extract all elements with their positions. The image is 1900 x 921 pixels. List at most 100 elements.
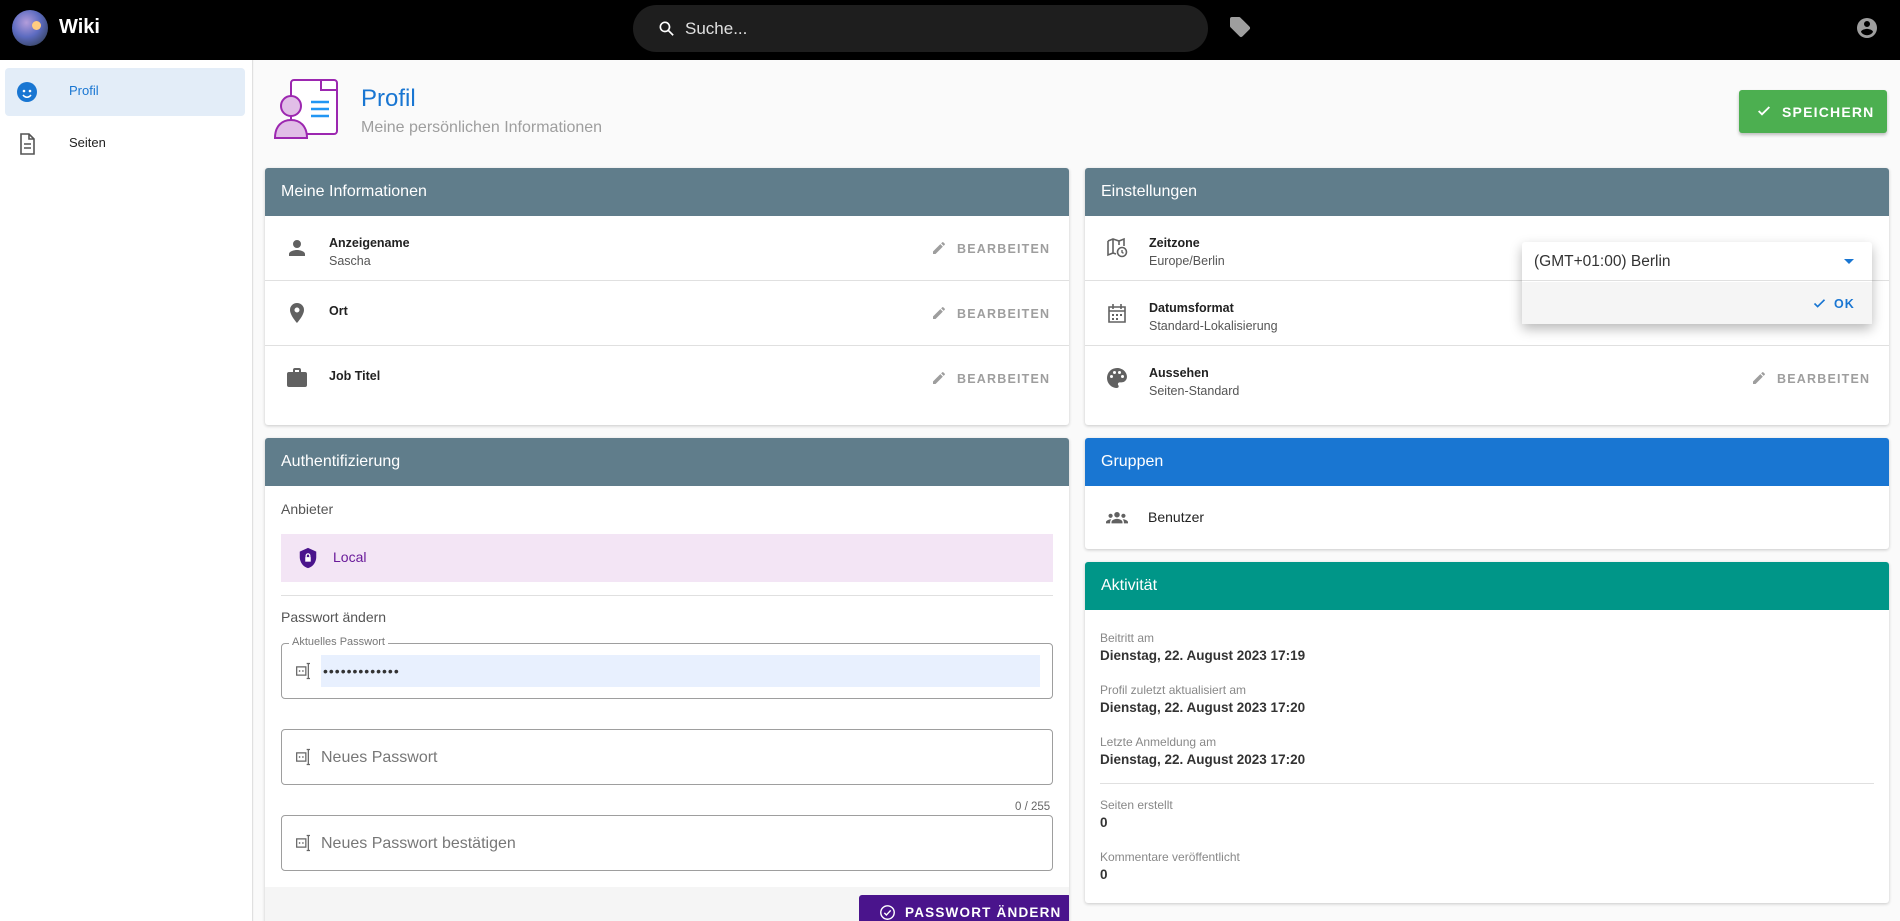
check-icon [1813, 299, 1826, 308]
main-content: Profil Meine persönlichen Informationen … [254, 60, 1900, 921]
document-icon [20, 133, 35, 155]
search-icon [659, 21, 674, 36]
face-icon [17, 82, 37, 102]
activity-value: Dienstag, 22. August 2023 17:20 [1100, 752, 1306, 767]
activity-card: Aktivität Beitritt am Dienstag, 22. Augu… [1085, 562, 1889, 903]
activity-value: 0 [1100, 815, 1108, 830]
provider-label: Anbieter [281, 501, 334, 517]
group-label: Benutzer [1148, 509, 1205, 525]
edit-display-name-button[interactable]: BEARBEITEN [931, 239, 1051, 259]
check-icon [1758, 106, 1770, 116]
row-value: Europe/Berlin [1149, 254, 1225, 268]
provider-badge: Local [281, 534, 1053, 582]
edit-job-title-button[interactable]: BEARBEITEN [931, 369, 1051, 389]
tags-icon [1230, 17, 1250, 37]
ok-button-label: OK [1834, 297, 1855, 311]
page-subtitle: Meine persönlichen Informationen [361, 119, 603, 136]
timezone-ok-button[interactable]: OK [1812, 295, 1862, 313]
confirm-password-input[interactable] [321, 827, 1041, 860]
location-pin-icon [290, 303, 304, 323]
shield-lock-icon [299, 547, 317, 569]
timezone-popup: (GMT+01:00) Berlin OK [1522, 242, 1872, 324]
person-icon [289, 240, 305, 256]
row-value: Seiten-Standard [1149, 384, 1240, 398]
edit-button-label: BEARBEITEN [957, 372, 1051, 386]
auth-card-title: Authentifizierung [265, 438, 1069, 486]
auth-card: Authentifizierung Anbieter Local Passwor… [265, 438, 1069, 921]
profile-card-icon [273, 79, 338, 139]
calendar-icon [1108, 304, 1126, 323]
account-circle-icon [1857, 18, 1877, 38]
edit-location-button[interactable]: BEARBEITEN [931, 304, 1051, 324]
row-label: Zeitzone [1149, 236, 1200, 250]
auth-card-footer: PASSWORT ÄNDERN [265, 887, 1069, 921]
timezone-select[interactable]: (GMT+01:00) Berlin [1522, 242, 1872, 281]
change-password-button[interactable]: PASSWORT ÄNDERN [859, 895, 1069, 921]
search-input[interactable] [685, 17, 1185, 41]
row-label: Job Titel [329, 369, 381, 383]
edit-button-label: BEARBEITEN [1777, 372, 1871, 386]
activity-value: Dienstag, 22. August 2023 17:20 [1100, 700, 1306, 715]
sidebar-item-label: Seiten [69, 135, 106, 150]
save-button-label: SPEICHERN [1782, 104, 1875, 120]
current-password-input[interactable] [321, 655, 1040, 687]
row-label: Datumsformat [1149, 301, 1234, 315]
dropdown-arrow-icon[interactable] [1844, 259, 1854, 264]
sidebar-item-label: Profil [69, 83, 99, 98]
top-bar: Wiki [0, 0, 1900, 60]
page-title: Profil [361, 85, 416, 112]
current-password-legend: Aktuelles Passwort [289, 636, 388, 648]
map-clock-icon [1107, 237, 1128, 258]
pencil-icon [933, 242, 945, 254]
activity-label: Kommentare veröffentlicht [1100, 850, 1240, 864]
people-icon [1106, 511, 1128, 524]
current-password-field[interactable]: Aktuelles Passwort [281, 636, 1053, 699]
info-card-title: Meine Informationen [265, 168, 1069, 216]
save-button[interactable]: SPEICHERN [1739, 90, 1887, 133]
wiki-logo-icon[interactable] [12, 10, 48, 46]
row-value: Standard-Lokalisierung [1149, 319, 1278, 333]
row-label: Anzeigename [329, 236, 410, 250]
briefcase-icon [287, 368, 307, 387]
divider [281, 595, 1053, 596]
row-label: Aussehen [1149, 366, 1209, 380]
settings-row-appearance: Aussehen Seiten-Standard BEARBEITEN [1085, 346, 1889, 411]
edit-button-label: BEARBEITEN [957, 307, 1051, 321]
groups-card: Gruppen Benutzer [1085, 438, 1889, 549]
divider [1100, 783, 1874, 784]
pencil-icon [933, 307, 945, 319]
group-item: Benutzer [1085, 486, 1889, 548]
sidebar-item-profil[interactable]: Profil [5, 68, 245, 116]
form-textbox-password-icon [296, 748, 310, 766]
form-textbox-password-icon [296, 662, 310, 680]
tags-button[interactable] [1228, 15, 1252, 41]
activity-label: Seiten erstellt [1100, 798, 1173, 812]
new-password-field[interactable] [281, 729, 1053, 785]
activity-card-title: Aktivität [1085, 562, 1889, 610]
change-password-button-label: PASSWORT ÄNDERN [905, 905, 1062, 920]
confirm-password-field[interactable] [281, 815, 1053, 871]
timezone-selected-value: (GMT+01:00) Berlin [1534, 253, 1671, 270]
app-title[interactable]: Wiki [59, 16, 100, 39]
timezone-popup-footer: OK [1522, 282, 1872, 324]
sidebar: Profil Seiten [0, 60, 253, 921]
row-value: Sascha [329, 254, 371, 268]
account-button[interactable] [1855, 16, 1879, 40]
search-box[interactable] [633, 5, 1208, 52]
provider-value: Local [333, 549, 367, 565]
settings-card-title: Einstellungen [1085, 168, 1889, 216]
sidebar-item-seiten[interactable]: Seiten [5, 120, 245, 168]
char-counter: 0 / 255 [1015, 801, 1051, 813]
info-row-location: Ort BEARBEITEN [265, 281, 1069, 346]
new-password-input[interactable] [321, 741, 1041, 774]
pencil-icon [1753, 372, 1765, 384]
activity-value: 0 [1100, 867, 1108, 882]
palette-icon [1107, 368, 1127, 388]
pencil-icon [933, 372, 945, 384]
change-password-label: Passwort ändern [281, 609, 387, 625]
activity-label: Beitritt am [1100, 631, 1155, 645]
edit-button-label: BEARBEITEN [957, 242, 1051, 256]
edit-appearance-button[interactable]: BEARBEITEN [1751, 369, 1871, 389]
activity-label: Profil zuletzt aktualisiert am [1100, 683, 1247, 697]
form-textbox-password-icon [296, 834, 310, 852]
